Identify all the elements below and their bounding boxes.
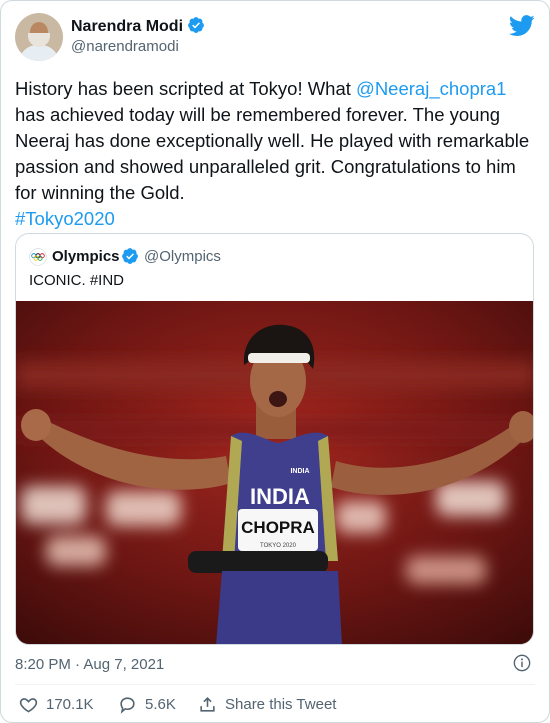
like-button[interactable]: 170.1K bbox=[19, 695, 94, 714]
quoted-tweet[interactable]: Olympics @Olympics ICONIC. #IND INDIA IN… bbox=[15, 233, 534, 645]
verified-badge-icon bbox=[122, 248, 138, 264]
tweet-text: History has been scripted at Tokyo! What… bbox=[15, 76, 540, 232]
hashtag-link[interactable]: #Tokyo2020 bbox=[15, 208, 115, 229]
avatar[interactable] bbox=[15, 13, 63, 61]
info-icon[interactable] bbox=[513, 654, 531, 672]
reply-count: 5.6K bbox=[145, 696, 176, 713]
quoted-author-handle[interactable]: @Olympics bbox=[144, 248, 221, 265]
bib-text: CHOPRA bbox=[241, 518, 315, 537]
verified-badge-icon bbox=[188, 17, 204, 33]
heart-icon bbox=[19, 698, 38, 713]
timestamp[interactable]: 8:20 PM · Aug 7, 2021 bbox=[15, 656, 164, 673]
share-label: Share this Tweet bbox=[225, 696, 337, 713]
tweet-text-body: has achieved today will be remembered fo… bbox=[15, 104, 530, 203]
olympics-logo-icon[interactable] bbox=[29, 248, 47, 266]
like-count: 170.1K bbox=[46, 696, 94, 713]
bib-tokyo-text: TOKYO 2020 bbox=[260, 543, 297, 549]
author-name-text[interactable]: Narendra Modi bbox=[71, 18, 183, 35]
tweet-card: Narendra Modi @narendramodi History has … bbox=[0, 0, 550, 723]
mention-link[interactable]: @Neeraj_chopra1 bbox=[356, 78, 506, 99]
quoted-tweet-text: ICONIC. #IND bbox=[29, 272, 125, 289]
quoted-author-name[interactable]: Olympics bbox=[52, 248, 120, 265]
author-name[interactable]: Narendra Modi bbox=[71, 16, 205, 36]
divider bbox=[15, 684, 535, 685]
share-button[interactable]: Share this Tweet bbox=[198, 695, 336, 714]
vest-text: INDIA bbox=[250, 484, 310, 509]
twitter-bird-icon[interactable] bbox=[509, 15, 535, 37]
reply-bubble-icon bbox=[120, 697, 135, 714]
author-handle[interactable]: @narendramodi bbox=[71, 38, 179, 55]
reply-button[interactable]: 5.6K bbox=[118, 695, 176, 714]
share-icon bbox=[200, 697, 215, 712]
athlete-photo[interactable]: INDIA INDIA CHOPRA TOKYO 2020 bbox=[16, 301, 533, 644]
athlete-photo-image: INDIA INDIA CHOPRA TOKYO 2020 bbox=[16, 301, 533, 644]
tweet-text-start: History has been scripted at Tokyo! What bbox=[15, 78, 357, 99]
vest-logo-text: INDIA bbox=[290, 468, 309, 475]
